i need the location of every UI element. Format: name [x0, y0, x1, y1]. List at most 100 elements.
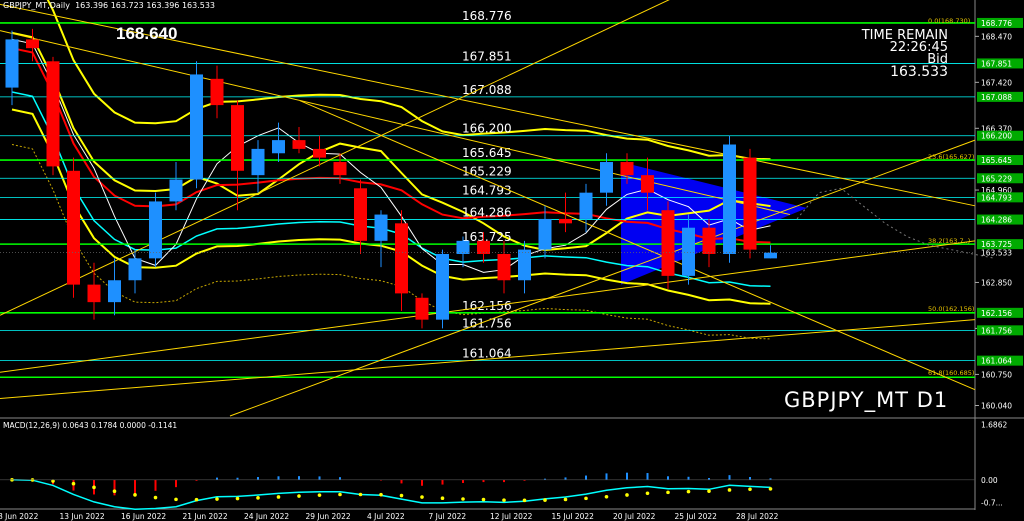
candle-body [641, 175, 654, 193]
fib-label: 23.6(165.627) [928, 153, 974, 161]
price-axis-label: 164.793 [981, 193, 1012, 202]
candle-body [26, 39, 39, 49]
macd-signal-dot [440, 496, 445, 501]
price-axis-label: 160.750 [981, 370, 1012, 379]
macd-signal-dot [112, 489, 117, 494]
macd-header: MACD(12,26,9) 0.0643 0.1784 0.0000 -0.11… [3, 421, 178, 430]
macd-signal-dot [358, 492, 363, 497]
price-axis-label: 166.200 [981, 132, 1012, 141]
candle-body [538, 218, 552, 250]
price-axis-label: 161.064 [981, 357, 1012, 366]
macd-signal-dot [297, 494, 301, 498]
candle-body [579, 192, 593, 219]
macd-signal-dot [768, 487, 773, 491]
candle-body [354, 188, 367, 241]
macd-signal-dot [666, 490, 670, 495]
price-axis-label: 165.229 [981, 174, 1012, 183]
macd-signal-dot [174, 497, 178, 502]
candle-body [600, 162, 613, 193]
macd-signal-dot [235, 496, 240, 501]
bid-value: 163.533 [890, 64, 948, 80]
level-label: 167.851 [462, 49, 512, 63]
date-label: 15 Jul 2022 [552, 512, 595, 521]
candle-body [272, 140, 285, 154]
price-axis-label: 168.470 [981, 32, 1012, 41]
fib-label: 0.0(168.730) [928, 17, 970, 25]
candle-body [661, 210, 675, 276]
price-axis-label: 167.420 [981, 78, 1012, 87]
date-label: 21 Jun 2022 [183, 512, 228, 521]
level-label: 162.156 [462, 299, 512, 313]
macd-signal-dot [481, 497, 486, 502]
macd-axis-label: 0.00 [981, 476, 998, 485]
date-label: 25 Jul 2022 [675, 512, 718, 521]
macd-signal-dot [461, 497, 465, 501]
level-label: 161.064 [462, 347, 512, 361]
date-label: 4 Jul 2022 [367, 512, 405, 521]
macd-signal-dot [194, 497, 199, 502]
macd-axis-label: 1.6862 [981, 421, 1007, 430]
macd-signal-dot [133, 493, 137, 497]
price-axis-label: 160.040 [981, 401, 1012, 410]
price-chart[interactable]: 168.776 167.851 167.088 166.200 165.645 165.2… [0, 0, 1024, 521]
macd-signal-dot [215, 497, 219, 501]
date-label: 16 Jun 2022 [121, 512, 166, 521]
macd-signal-dot [707, 489, 711, 493]
macd-signal-dot [748, 487, 752, 492]
candle-body [292, 140, 306, 149]
level-label: 164.793 [462, 183, 512, 197]
macd-signal-dot [522, 498, 527, 503]
level-label: 161.756 [462, 316, 512, 330]
macd-signal-dot [92, 485, 96, 490]
macd-signal-dot [153, 495, 158, 500]
date-label: 13 Jun 2022 [60, 512, 105, 521]
candle-body [702, 227, 716, 254]
macd-signal-dot [563, 497, 568, 502]
level-label: 165.229 [462, 164, 512, 178]
candle-body [108, 280, 121, 303]
macd-signal-dot [379, 492, 383, 497]
candle-body [128, 258, 142, 281]
candle-body [620, 162, 634, 176]
candle-body [333, 162, 347, 176]
candle-body [436, 253, 449, 320]
price-axis-label: 168.776 [981, 19, 1012, 28]
candle-body [415, 297, 429, 320]
time-remain-panel: TIME REMAIN 22:26:45 Bid 163.533 [862, 29, 948, 80]
candle-body [456, 240, 470, 254]
candle-body [477, 240, 490, 254]
level-label: 164.286 [462, 206, 512, 220]
price-axis-label: 165.645 [981, 156, 1012, 165]
candle-body [5, 39, 19, 88]
candle-body [723, 144, 736, 254]
candle-body [46, 61, 60, 167]
chart-header: GBPJPY_MT,Daily 163.396 163.723 163.396 … [3, 1, 216, 10]
candle-body [67, 170, 80, 285]
candle-body [87, 284, 101, 303]
chart-root[interactable]: 168.776 167.851 167.088 166.200 165.645 165.2… [0, 0, 1024, 521]
price-axis-label: 163.533 [981, 249, 1012, 258]
candle-body [231, 105, 244, 171]
macd-signal-dot [686, 489, 691, 494]
level-label: 166.200 [462, 122, 512, 136]
period-high-label: 168.640 [116, 24, 178, 43]
date-label: 7 Jul 2022 [429, 512, 467, 521]
macd-signal-dot [645, 491, 650, 496]
level-label: 167.088 [462, 83, 512, 97]
macd-signal-dot [625, 493, 629, 497]
macd-signal-dot [502, 498, 506, 502]
date-label: 8 Jun 2022 [0, 512, 39, 521]
macd-signal-dot [543, 498, 547, 502]
price-axis-label: 162.156 [981, 309, 1012, 318]
price-axis-label: 162.850 [981, 278, 1012, 287]
candle-body [518, 249, 531, 281]
price-axis-label: 167.851 [981, 59, 1012, 68]
date-label: 29 Jun 2022 [306, 512, 351, 521]
macd-axis-label: -0.7... [981, 499, 1003, 508]
candle-body [190, 74, 203, 180]
symbol-label: GBPJPY_MT D1 [784, 388, 949, 412]
macd-signal-dot [584, 496, 588, 501]
macd-signal-dot [338, 492, 342, 497]
level-label: 168.776 [462, 9, 512, 23]
date-label: 20 Jul 2022 [613, 512, 656, 521]
